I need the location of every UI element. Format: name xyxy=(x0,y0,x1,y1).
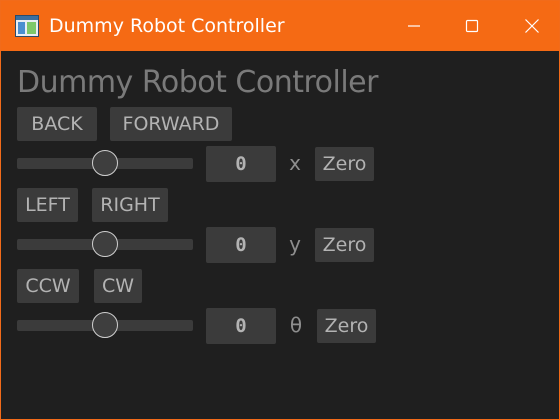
y-slider[interactable] xyxy=(17,227,193,261)
page-title: Dummy Robot Controller xyxy=(17,65,378,100)
cw-button[interactable]: CW xyxy=(94,269,142,303)
y-value-display: 0 xyxy=(206,227,276,263)
theta-axis-label: θ xyxy=(289,313,303,337)
controller-panel: Dummy Robot Controller BACK FORWARD 0 x … xyxy=(1,51,559,419)
y-zero-button[interactable]: Zero xyxy=(315,228,374,262)
slider-thumb[interactable] xyxy=(92,231,118,257)
slider-thumb[interactable] xyxy=(92,312,118,338)
right-button[interactable]: RIGHT xyxy=(92,188,168,222)
y-axis-label: y xyxy=(289,232,301,256)
maximize-button[interactable] xyxy=(449,1,495,51)
back-button[interactable]: BACK xyxy=(17,107,97,141)
slider-thumb[interactable] xyxy=(92,150,118,176)
theta-slider[interactable] xyxy=(17,308,193,342)
theta-zero-button[interactable]: Zero xyxy=(317,309,376,343)
theta-value-display: 0 xyxy=(206,308,276,344)
x-zero-button[interactable]: Zero xyxy=(315,147,374,181)
app-window-icon xyxy=(15,15,39,37)
close-button[interactable] xyxy=(509,1,555,51)
x-slider[interactable] xyxy=(17,146,193,180)
title-bar[interactable]: Dummy Robot Controller xyxy=(1,1,559,51)
x-value-display: 0 xyxy=(206,146,276,182)
app-window: Dummy Robot Controller Dummy Robot Contr… xyxy=(0,0,560,420)
minimize-button[interactable] xyxy=(391,1,437,51)
forward-button[interactable]: FORWARD xyxy=(110,107,232,141)
maximize-icon xyxy=(465,19,479,33)
window-title: Dummy Robot Controller xyxy=(49,15,285,37)
minimize-icon xyxy=(408,25,420,27)
close-icon xyxy=(525,19,539,33)
ccw-button[interactable]: CCW xyxy=(17,269,79,303)
x-axis-label: x xyxy=(289,151,301,175)
left-button[interactable]: LEFT xyxy=(17,188,78,222)
